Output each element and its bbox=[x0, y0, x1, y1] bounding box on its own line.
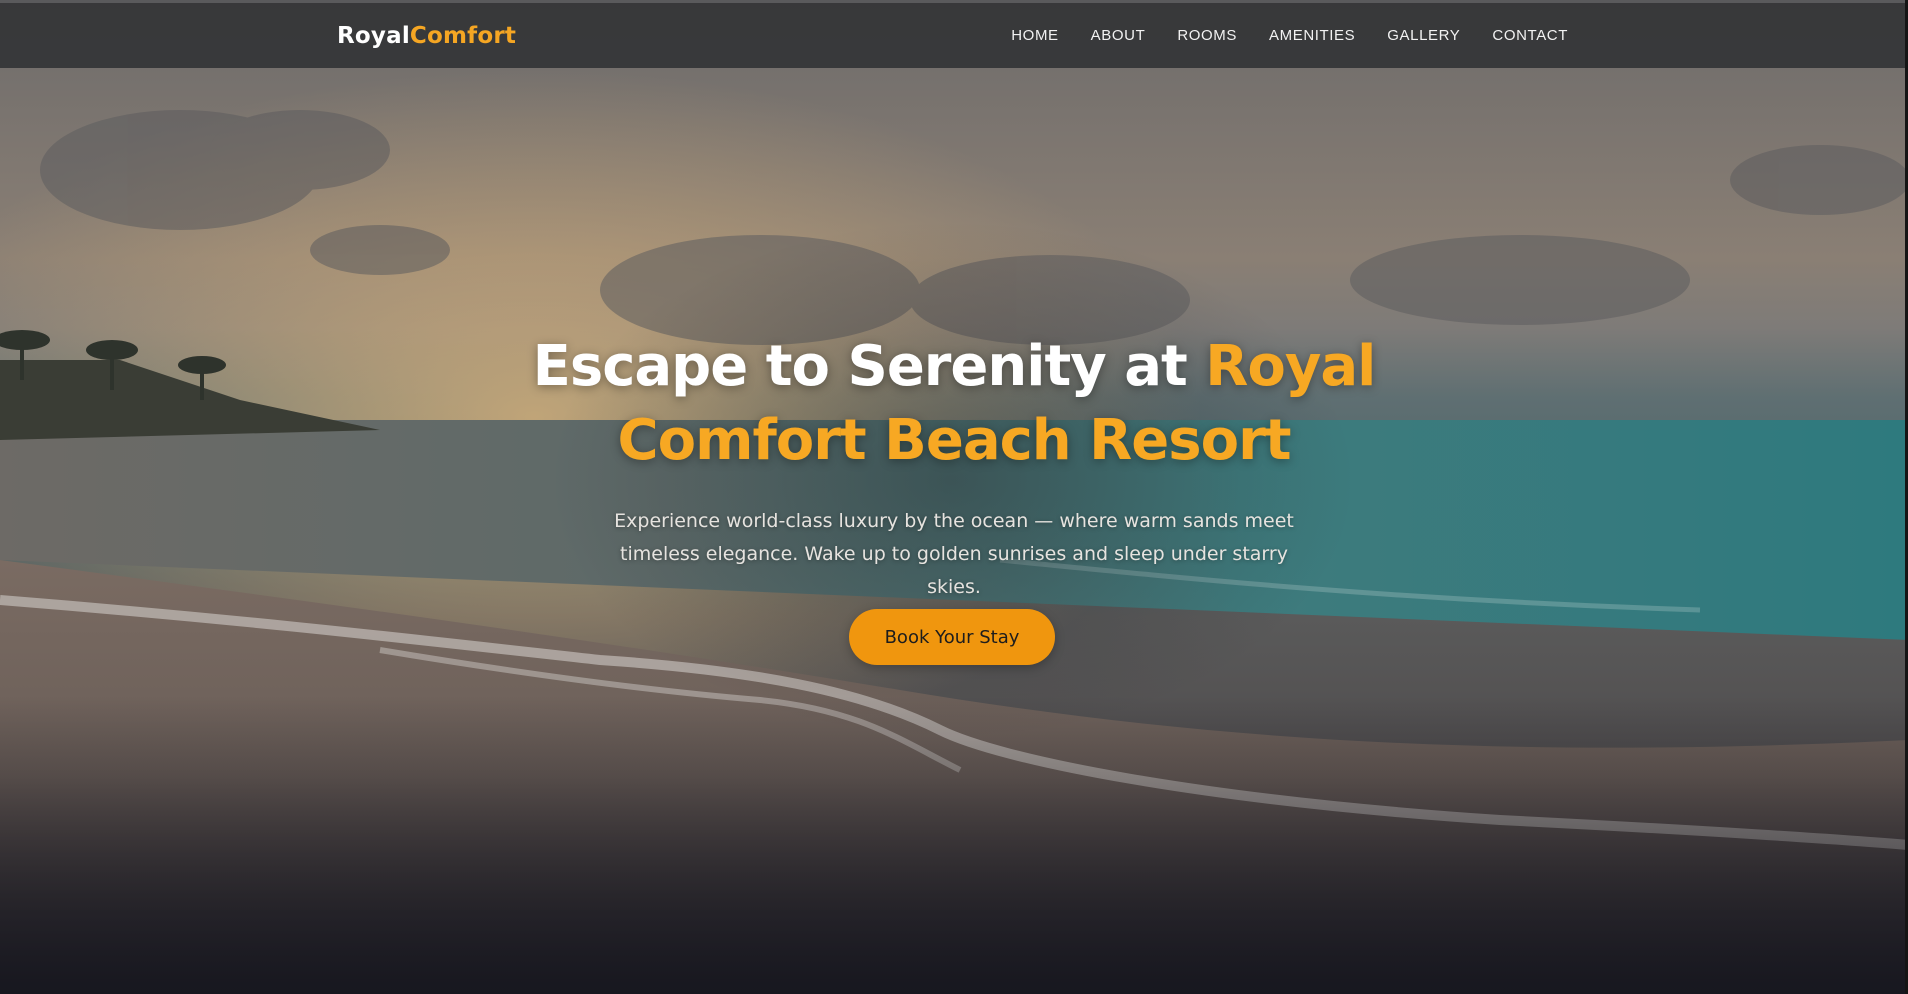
book-your-stay-button[interactable]: Book Your Stay bbox=[849, 609, 1055, 665]
hero-content: Escape to Serenity at Royal Comfort Beac… bbox=[0, 0, 1908, 994]
hero-headline: Escape to Serenity at Royal Comfort Beac… bbox=[454, 330, 1454, 478]
hero-subtitle-line2: timeless elegance. Wake up to golden sun… bbox=[620, 543, 1288, 598]
hero-subtitle: Experience world-class luxury by the oce… bbox=[604, 505, 1304, 604]
hero-subtitle-line1: Experience world-class luxury by the oce… bbox=[614, 510, 1294, 532]
headline-plain: Escape to Serenity at bbox=[532, 334, 1206, 399]
